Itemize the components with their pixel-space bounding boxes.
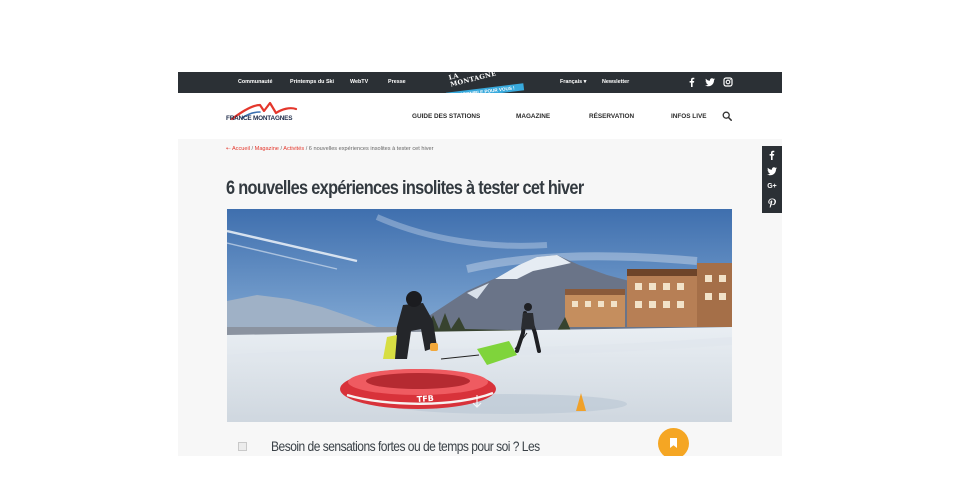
topbar-link-webtv[interactable]: WebTV — [350, 79, 368, 85]
language-selector[interactable]: Français ▾ — [560, 79, 586, 85]
article-title: 6 nouvelles expériences insolites à test… — [226, 178, 584, 199]
instagram-icon[interactable] — [723, 77, 733, 87]
article-intro-icon — [238, 442, 247, 451]
top-bar: Communauté Printemps du Ski WebTV Presse… — [178, 72, 782, 100]
nav-magazine[interactable]: MAGAZINE — [516, 113, 550, 120]
facebook-icon[interactable] — [767, 150, 777, 160]
svg-text:TFB: TFB — [417, 394, 435, 404]
article-intro: Besoin de sensations fortes ou de temps … — [271, 438, 540, 454]
newsletter-link[interactable]: Newsletter — [602, 79, 629, 85]
breadcrumb: ⇠ Accueil / Magazine / Activités / 6 nou… — [226, 146, 433, 152]
twitter-icon[interactable] — [767, 166, 777, 176]
topbar-link-printemps-du-ski[interactable]: Printemps du Ski — [290, 79, 334, 85]
breadcrumb-magazine[interactable]: Magazine — [255, 146, 279, 152]
promo-stamp: LA MONTAGNE — [447, 72, 498, 89]
pinterest-icon[interactable] — [767, 198, 777, 208]
twitter-icon[interactable] — [705, 77, 715, 87]
logo-text: FRANCE MONTAGNES — [226, 115, 293, 122]
breadcrumb-activites[interactable]: Activités — [283, 146, 304, 152]
nav-guide-des-stations[interactable]: GUIDE DES STATIONS — [412, 113, 480, 120]
facebook-icon[interactable] — [687, 77, 697, 87]
topbar-link-communaute[interactable]: Communauté — [238, 79, 272, 85]
share-bar: G+ — [762, 146, 782, 213]
bookmark-button[interactable] — [658, 428, 689, 456]
search-icon[interactable] — [722, 111, 732, 121]
website-frame: Communauté Printemps du Ski WebTV Presse… — [178, 72, 782, 456]
nav-reservation[interactable]: RÉSERVATION — [589, 113, 634, 120]
google-plus-icon[interactable]: G+ — [767, 182, 777, 192]
nav-infos-live[interactable]: INFOS LIVE — [671, 113, 707, 120]
hero-image: TFB — [227, 209, 732, 422]
main-header: FRANCE MONTAGNES GUIDE DES STATIONS MAGA… — [178, 93, 782, 139]
france-montagnes-logo[interactable]: FRANCE MONTAGNES — [226, 101, 318, 133]
breadcrumb-home[interactable]: Accueil — [232, 146, 250, 152]
bookmark-icon — [670, 438, 677, 448]
topbar-link-presse[interactable]: Presse — [388, 79, 406, 85]
breadcrumb-current: 6 nouvelles expériences insolites à test… — [308, 146, 434, 152]
